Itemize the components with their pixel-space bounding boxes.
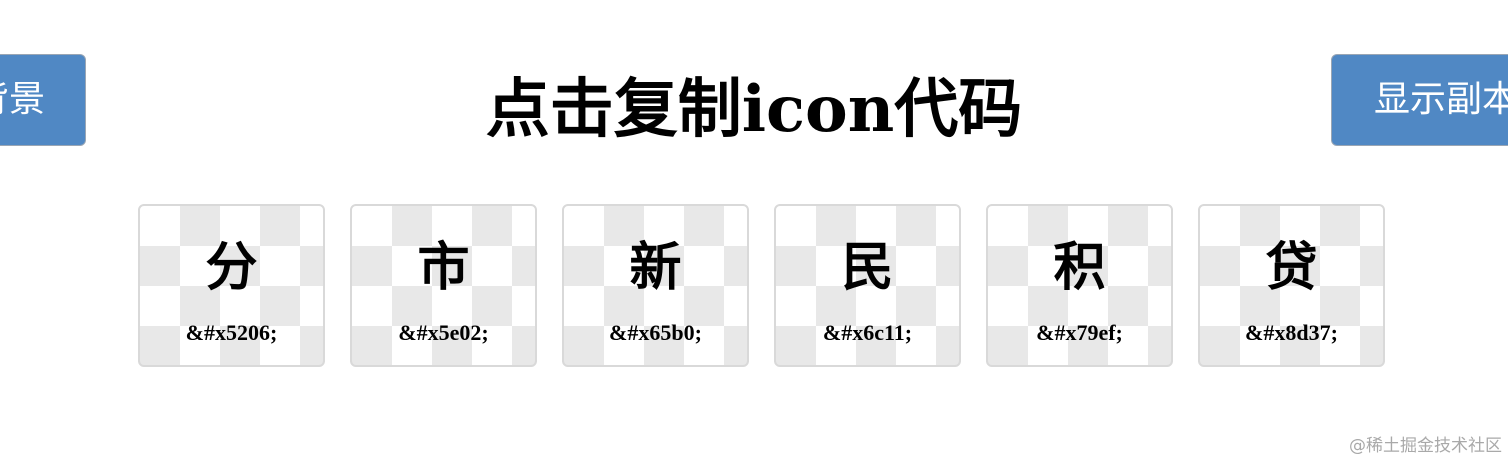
icon-glyph: 贷 (1265, 238, 1318, 298)
icon-card[interactable]: 贷 &#x8d37; (1198, 204, 1385, 367)
icon-code: &#x5206; (185, 320, 278, 345)
icon-glyph: 新 (629, 238, 682, 298)
icon-code: &#x8d37; (1245, 320, 1338, 345)
icon-card[interactable]: 新 &#x65b0; (562, 204, 749, 367)
icon-card[interactable]: 积 &#x79ef; (986, 204, 1173, 367)
icon-code: &#x5e02; (398, 320, 489, 345)
icon-card[interactable]: 民 &#x6c11; (774, 204, 961, 367)
icon-grid: 分 &#x5206; 市 &#x5e02; 新 &#x65b0; 民 &#x6c… (138, 204, 1385, 367)
icon-glyph: 民 (841, 238, 894, 298)
icon-card[interactable]: 市 &#x5e02; (350, 204, 537, 367)
icon-code: &#x65b0; (609, 320, 702, 345)
icon-glyph: 积 (1053, 238, 1106, 298)
watermark: @稀土掘金技术社区 (1349, 436, 1502, 456)
icon-glyph: 市 (417, 238, 470, 298)
icon-glyph: 分 (205, 238, 258, 298)
page-title: 点击复制icon代码 (485, 72, 1023, 147)
icon-code: &#x6c11; (822, 320, 913, 345)
icon-card[interactable]: 分 &#x5206; (138, 204, 325, 367)
icon-code: &#x79ef; (1036, 320, 1123, 345)
show-copy-button[interactable]: 显示副本 (1331, 54, 1508, 146)
